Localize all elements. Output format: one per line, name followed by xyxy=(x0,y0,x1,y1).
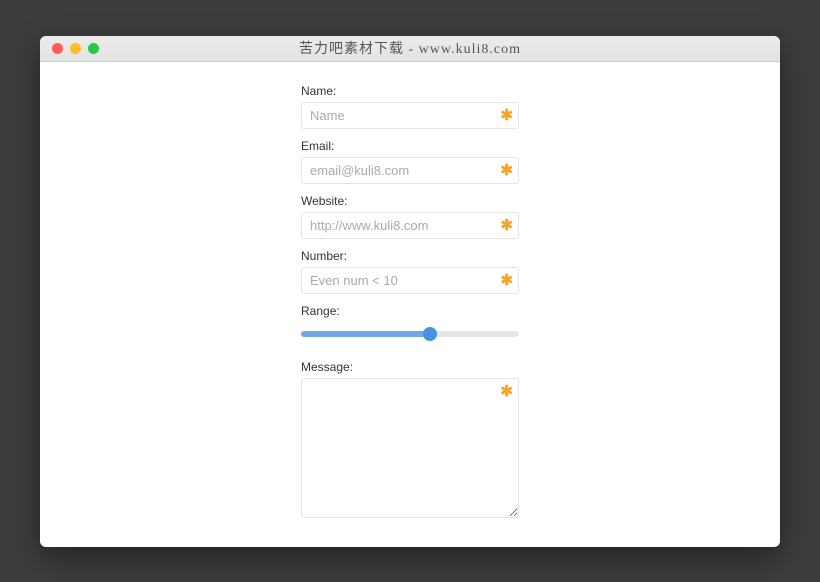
email-field: Email: ✱ xyxy=(301,139,519,184)
website-input-wrap: ✱ xyxy=(301,212,519,239)
app-window: 苦力吧素材下载 - www.kuli8.com Name: ✱ Email: ✱… xyxy=(40,36,780,547)
website-label: Website: xyxy=(301,194,519,208)
number-input[interactable] xyxy=(301,267,519,294)
number-input-wrap: ✱ xyxy=(301,267,519,294)
range-input-wrap xyxy=(301,322,519,342)
message-field: Message: ✱ xyxy=(301,360,519,523)
name-input[interactable] xyxy=(301,102,519,129)
message-label: Message: xyxy=(301,360,519,374)
window-controls xyxy=(52,43,99,54)
maximize-icon[interactable] xyxy=(88,43,99,54)
close-icon[interactable] xyxy=(52,43,63,54)
message-input-wrap: ✱ xyxy=(301,378,519,523)
website-input[interactable] xyxy=(301,212,519,239)
titlebar: 苦力吧素材下载 - www.kuli8.com xyxy=(40,36,780,62)
message-textarea[interactable] xyxy=(301,378,519,518)
email-input[interactable] xyxy=(301,157,519,184)
window-title: 苦力吧素材下载 - www.kuli8.com xyxy=(50,38,770,58)
content-area: Name: ✱ Email: ✱ Website: ✱ xyxy=(40,62,780,533)
name-label: Name: xyxy=(301,84,519,98)
name-field: Name: ✱ xyxy=(301,84,519,129)
email-input-wrap: ✱ xyxy=(301,157,519,184)
number-field: Number: ✱ xyxy=(301,249,519,294)
website-field: Website: ✱ xyxy=(301,194,519,239)
range-slider[interactable] xyxy=(301,331,519,337)
number-label: Number: xyxy=(301,249,519,263)
form: Name: ✱ Email: ✱ Website: ✱ xyxy=(301,84,519,533)
minimize-icon[interactable] xyxy=(70,43,81,54)
range-label: Range: xyxy=(301,304,519,318)
range-field: Range: xyxy=(301,304,519,342)
name-input-wrap: ✱ xyxy=(301,102,519,129)
email-label: Email: xyxy=(301,139,519,153)
